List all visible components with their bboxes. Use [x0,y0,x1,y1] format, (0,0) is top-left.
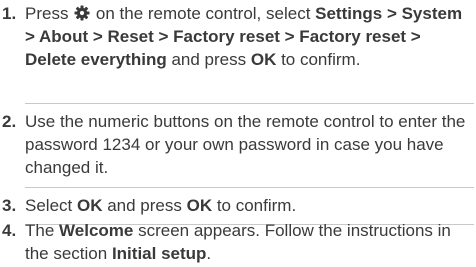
step-number: 4. [2,221,17,240]
step-4: 4. The Welcome screen appears. Follow th… [0,219,476,266]
step-text-segment: Select [25,196,77,215]
divider [25,187,474,188]
step-text-segment: to confirm. [212,196,297,215]
step-text-segment: on the remote control, select [91,4,316,23]
step-text-segment: Settings [315,4,383,23]
step-text-segment: and press [166,50,251,69]
step-text-segment: OK [250,50,277,69]
step-text: Use the numeric buttons on the remote co… [25,110,471,179]
step-number: 3. [2,196,17,215]
step-text-segment: . [206,244,212,263]
step-3: 3. Select OK and press OK to confirm. [0,194,476,218]
step-text-segment: to confirm. [276,50,361,69]
step-text: Press on the remote control, select Sett… [25,2,471,71]
step-text: The Welcome screen appears. Follow the i… [25,219,471,265]
step-text-segment: Use the numeric buttons on the remote co… [25,112,466,177]
step-2: 2. Use the numeric buttons on the remote… [0,110,476,180]
step-text-segment: OK [186,196,213,215]
step-number: 1. [2,4,17,23]
step-text-segment: The [25,221,60,240]
divider [25,103,474,104]
gear-icon [74,4,90,21]
step-text-segment: Initial setup [111,244,207,263]
step-1: 1. Press on the remote control, select S… [0,2,476,96]
step-text-segment: Press [25,4,74,23]
step-text-segment: OK [76,196,103,215]
step-text-segment: Welcome [59,221,134,240]
step-text-segment: and press [102,196,187,215]
step-number: 2. [2,112,17,131]
step-text: Select OK and press OK to confirm. [25,194,471,217]
